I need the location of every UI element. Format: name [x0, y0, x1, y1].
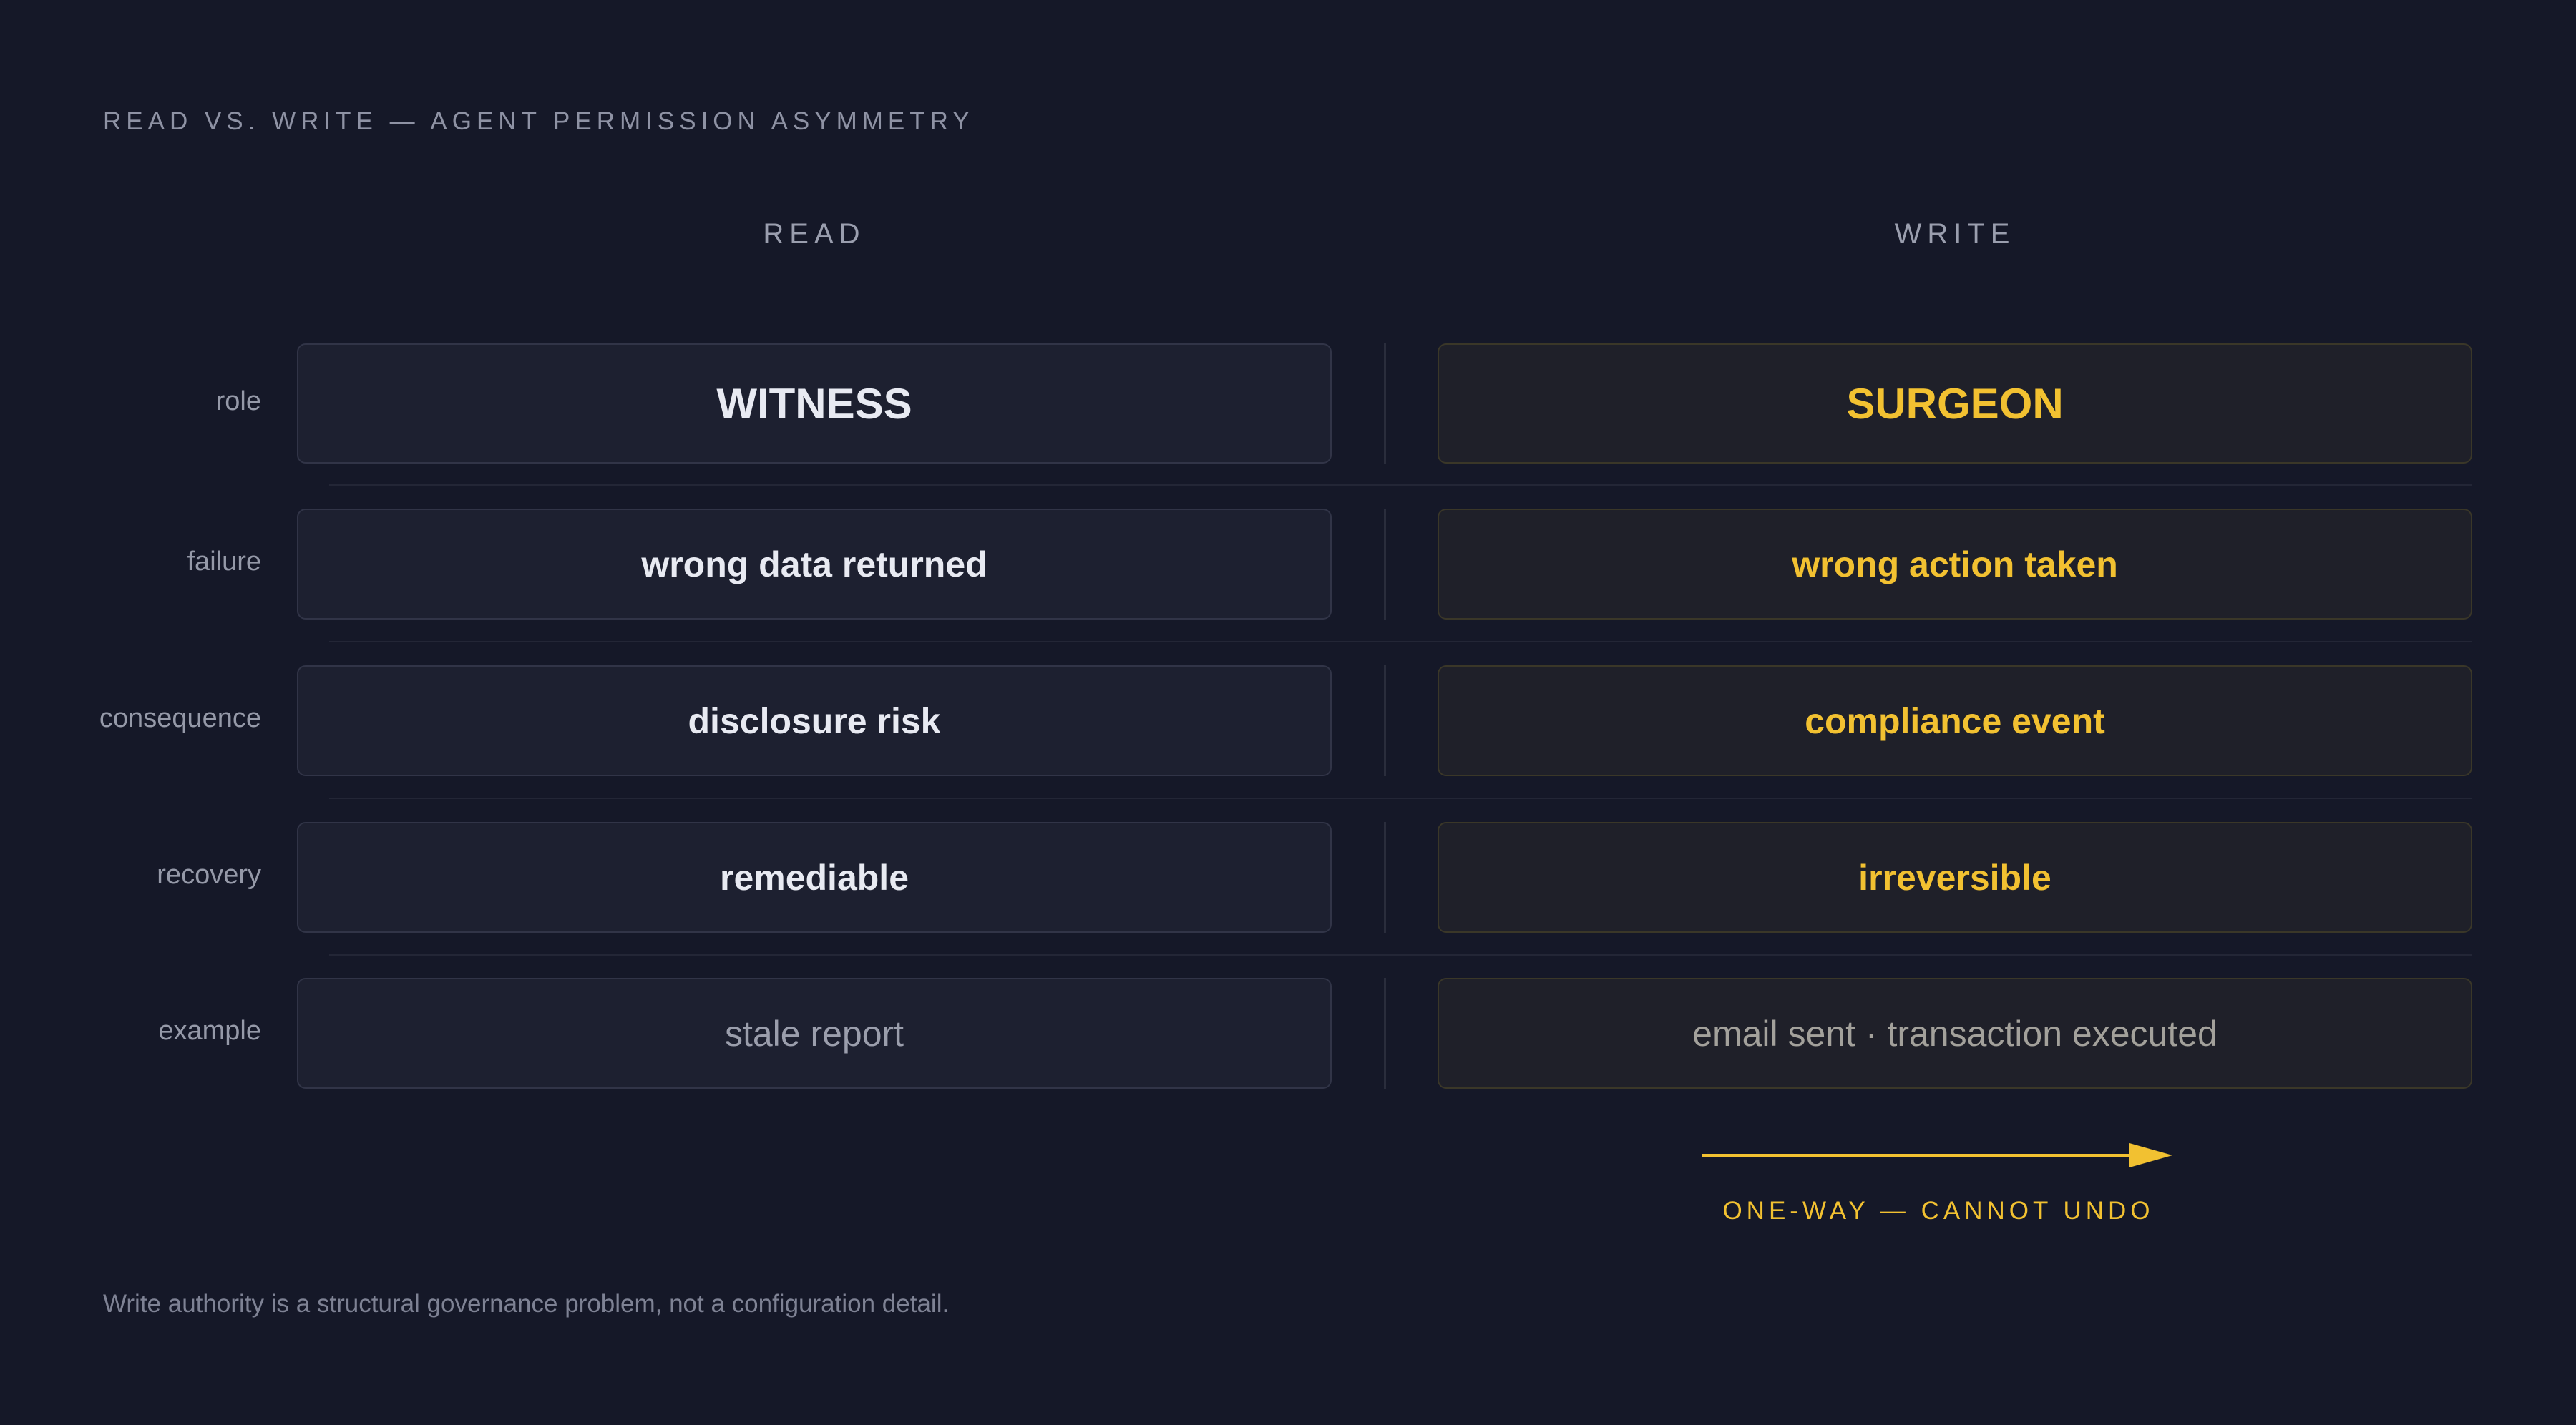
right-arrow-icon [1702, 1143, 2172, 1167]
column-divider [1384, 665, 1386, 776]
read-example-cell: stale report [297, 978, 1332, 1089]
read-recovery-cell: remediable [297, 822, 1332, 933]
row-label-failure: failure [187, 547, 262, 577]
row-label-recovery: recovery [157, 860, 261, 890]
diagram-title: READ VS. WRITE — AGENT PERMISSION ASYMME… [103, 107, 975, 135]
row-label-role: role [215, 386, 261, 416]
arrow-label: ONE-WAY — CANNOT UNDO [1722, 1197, 2155, 1225]
column-divider [1384, 509, 1386, 620]
column-divider [1384, 978, 1386, 1089]
read-consequence-cell: disclosure risk [297, 665, 1332, 776]
column-header-read: READ [763, 218, 866, 250]
read-failure-cell: wrong data returned [297, 509, 1332, 620]
write-role-cell: SURGEON [1438, 343, 2472, 464]
column-divider [1384, 822, 1386, 933]
row-separator [329, 954, 2472, 957]
row-label-example: example [158, 1016, 261, 1046]
column-header-write: WRITE [1894, 218, 2016, 250]
row-label-consequence: consequence [99, 703, 261, 733]
write-example-cell: email sent · transaction executed [1438, 978, 2472, 1089]
footnote: Write authority is a structural governan… [103, 1290, 950, 1318]
write-consequence-cell: compliance event [1438, 665, 2472, 776]
row-separator [329, 798, 2472, 800]
write-failure-cell: wrong action taken [1438, 509, 2472, 620]
row-separator [329, 641, 2472, 644]
column-divider [1384, 343, 1386, 464]
row-separator [329, 484, 2472, 487]
read-role-cell: WITNESS [297, 343, 1332, 464]
write-recovery-cell: irreversible [1438, 822, 2472, 933]
